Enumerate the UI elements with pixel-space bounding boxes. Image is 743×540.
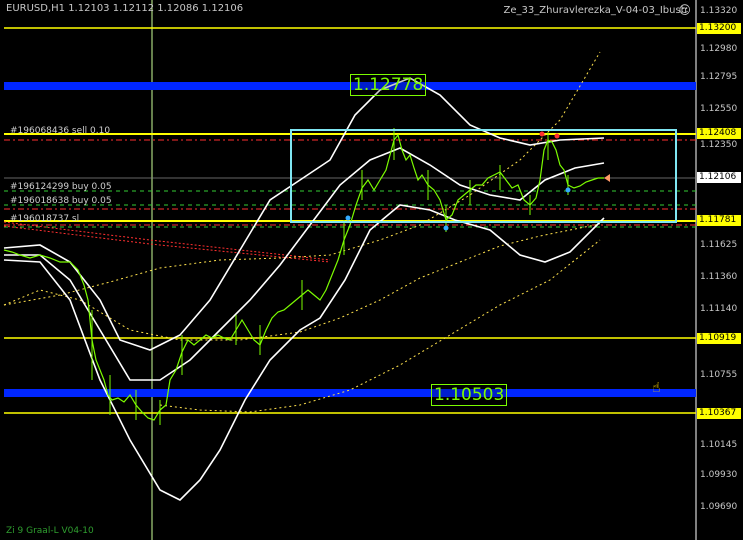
chart-window[interactable]: EURUSD,H1 1.12103 1.12112 1.12086 1.1210…	[0, 0, 743, 540]
order-label-buy1: #196124299 buy 0.05	[10, 182, 112, 192]
price-tick: 1.10145	[700, 440, 738, 450]
symbol-info: EURUSD,H1 1.12103 1.12112 1.12086 1.1210…	[6, 3, 244, 14]
price-tick: 1.09690	[700, 502, 738, 512]
price-tick: 1.12350	[700, 140, 738, 150]
trade-marker	[554, 133, 560, 139]
trade-marker	[443, 225, 449, 231]
indicator-name: Zi 9 Graal-L V04-10	[6, 526, 94, 536]
level-label-upper[interactable]: 1.12778	[350, 74, 427, 96]
price-tick: 1.11360	[700, 272, 738, 282]
level-label-lower[interactable]: 1.10503	[431, 384, 508, 406]
price-tick: 1.10755	[700, 370, 738, 380]
candle-wicks	[91, 128, 569, 425]
order-label-sl: #196018737 sl	[10, 214, 80, 224]
price-tag-top-line: 1.13200	[697, 23, 741, 34]
expert-name: Ze_33_Zhuravlerezka_V-04-03_Ibush	[503, 5, 687, 16]
price-tick: 1.09930	[700, 470, 738, 480]
hand-pointer-icon[interactable]: ☝	[652, 380, 661, 396]
price-tick: 1.11625	[700, 240, 738, 250]
trade-marker	[539, 131, 545, 137]
current-price-arrow	[604, 174, 610, 182]
trade-marker	[565, 187, 571, 193]
ma-lower	[159, 239, 601, 413]
price-tick: 1.12550	[700, 104, 738, 114]
price-tag-current: 1.12106	[697, 172, 741, 183]
price-tick: 1.13320	[700, 6, 738, 16]
red-dotted-trend-2	[3, 225, 331, 263]
price-tag-box-bottom: 1.11781	[697, 215, 741, 226]
price-tag-bottom-line: 1.10367	[697, 408, 741, 419]
order-label-sell: #196068436 sell 0.10	[10, 126, 111, 136]
price-tag-lower-line: 1.10919	[697, 333, 741, 344]
trade-marker	[345, 215, 351, 221]
price-tag-box-top: 1.12408	[697, 128, 741, 139]
price-tick: 1.12795	[700, 72, 738, 82]
price-tick: 1.11140	[700, 304, 738, 314]
price-tick: 1.12980	[700, 44, 738, 54]
band-upper	[3, 77, 605, 351]
smiley-icon[interactable]: ☺	[678, 3, 691, 17]
red-dotted-trend	[3, 221, 331, 261]
range-box	[290, 129, 677, 223]
order-label-buy2: #196018638 buy 0.05	[10, 196, 112, 206]
